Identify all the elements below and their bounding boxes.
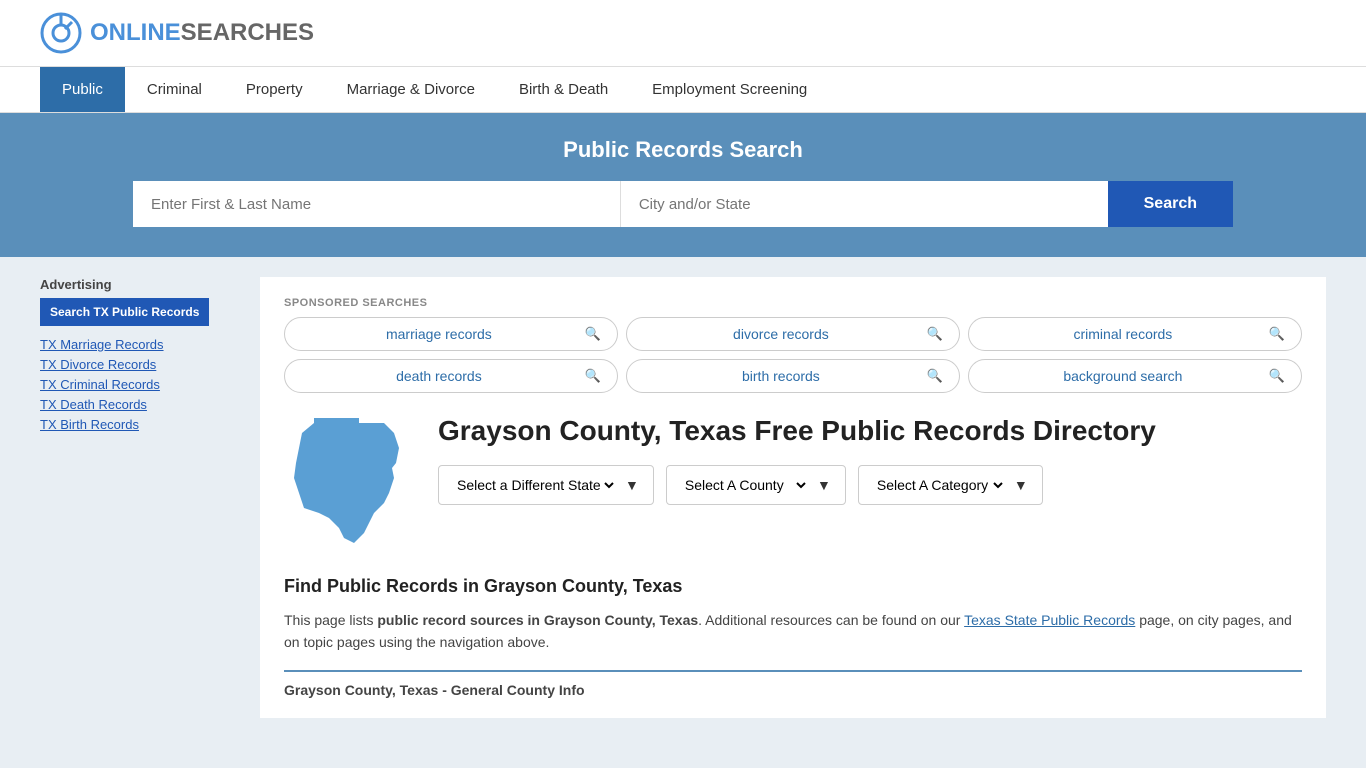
search-icon: 🔍 [927, 368, 943, 384]
main-nav: Public Criminal Property Marriage & Divo… [0, 67, 1366, 113]
sidebar-links: TX Marriage Records TX Divorce Records T… [40, 336, 240, 432]
chevron-down-icon: ▼ [817, 477, 831, 493]
general-info-label: Grayson County, Texas - General County I… [284, 682, 585, 698]
logo-online: ONLINE [90, 19, 181, 46]
sponsored-tag-background[interactable]: background search 🔍 [968, 359, 1302, 393]
ad-button[interactable]: Search TX Public Records [40, 298, 209, 326]
logo-icon [40, 12, 82, 54]
sponsored-grid: marriage records 🔍 divorce records 🔍 cri… [284, 317, 1302, 393]
county-select[interactable]: Select A County [681, 476, 809, 494]
search-icon: 🔍 [927, 326, 943, 342]
sponsored-tag-criminal[interactable]: criminal records 🔍 [968, 317, 1302, 351]
search-icon: 🔍 [1269, 368, 1285, 384]
list-item[interactable]: TX Divorce Records [40, 356, 240, 372]
sidebar: Advertising Search TX Public Records TX … [40, 277, 240, 718]
dropdowns-row: Select a Different State ▼ Select A Coun… [438, 465, 1156, 505]
texas-state-link[interactable]: Texas State Public Records [964, 612, 1135, 628]
list-item[interactable]: TX Criminal Records [40, 376, 240, 392]
sponsored-label: SPONSORED SEARCHES [284, 297, 1302, 309]
nav-item-employment[interactable]: Employment Screening [630, 67, 829, 112]
texas-map-icon [284, 413, 414, 553]
search-button[interactable]: Search [1108, 181, 1233, 227]
page-title-area: Grayson County, Texas Free Public Record… [438, 413, 1156, 556]
search-title: Public Records Search [40, 137, 1326, 163]
find-text: This page lists public record sources in… [284, 609, 1302, 654]
logo-searches: SEARCHES [181, 19, 314, 46]
name-input[interactable] [133, 181, 621, 227]
sponsored-tag-death[interactable]: death records 🔍 [284, 359, 618, 393]
logo-text: ONLINESEARCHES [90, 19, 314, 47]
list-item[interactable]: TX Marriage Records [40, 336, 240, 352]
search-bar: Search [133, 181, 1233, 227]
nav-item-public[interactable]: Public [40, 67, 125, 112]
nav-item-property[interactable]: Property [224, 67, 325, 112]
general-info-bar: Grayson County, Texas - General County I… [284, 670, 1302, 698]
find-bold: public record sources in Grayson County,… [377, 612, 698, 628]
main-layout: Advertising Search TX Public Records TX … [0, 257, 1366, 738]
logo: ONLINESEARCHES [40, 12, 314, 54]
category-dropdown[interactable]: Select A Category ▼ [858, 465, 1043, 505]
sponsored-tag-birth[interactable]: birth records 🔍 [626, 359, 960, 393]
site-header: ONLINESEARCHES [0, 0, 1366, 67]
ad-label: Advertising [40, 277, 240, 292]
chevron-down-icon: ▼ [1014, 477, 1028, 493]
list-item[interactable]: TX Death Records [40, 396, 240, 412]
search-section: Public Records Search Search [0, 113, 1366, 257]
nav-item-criminal[interactable]: Criminal [125, 67, 224, 112]
state-select[interactable]: Select a Different State [453, 476, 617, 494]
page-title: Grayson County, Texas Free Public Record… [438, 413, 1156, 449]
sponsored-tag-marriage[interactable]: marriage records 🔍 [284, 317, 618, 351]
content-area: SPONSORED SEARCHES marriage records 🔍 di… [260, 277, 1326, 718]
find-title: Find Public Records in Grayson County, T… [284, 576, 1302, 597]
state-map [284, 413, 414, 556]
chevron-down-icon: ▼ [625, 477, 639, 493]
search-icon: 🔍 [585, 368, 601, 384]
list-item[interactable]: TX Birth Records [40, 416, 240, 432]
search-icon: 🔍 [1269, 326, 1285, 342]
sponsored-tag-divorce[interactable]: divorce records 🔍 [626, 317, 960, 351]
state-heading: Grayson County, Texas Free Public Record… [284, 413, 1302, 556]
category-select[interactable]: Select A Category [873, 476, 1006, 494]
county-dropdown[interactable]: Select A County ▼ [666, 465, 846, 505]
nav-item-marriage[interactable]: Marriage & Divorce [325, 67, 497, 112]
location-input[interactable] [621, 181, 1108, 227]
state-dropdown[interactable]: Select a Different State ▼ [438, 465, 654, 505]
nav-item-birth[interactable]: Birth & Death [497, 67, 630, 112]
search-icon: 🔍 [585, 326, 601, 342]
